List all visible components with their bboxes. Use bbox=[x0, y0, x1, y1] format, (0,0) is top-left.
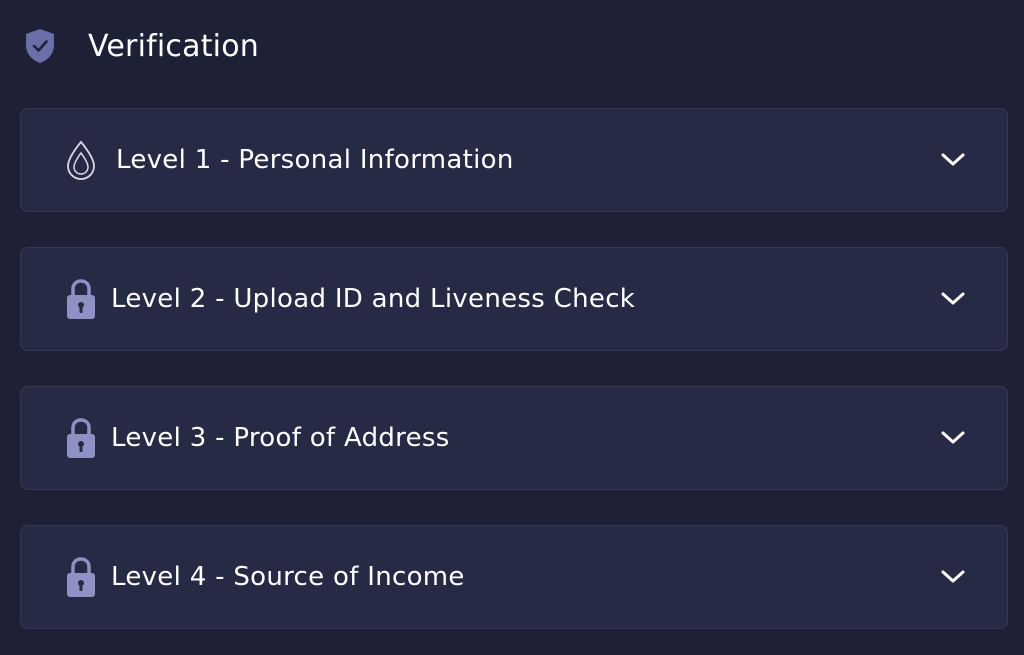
accordion-level-4[interactable]: Level 4 - Source of Income bbox=[20, 525, 1008, 629]
lock-icon bbox=[63, 277, 99, 321]
chevron-down-icon[interactable] bbox=[939, 146, 967, 174]
accordion-level-2[interactable]: Level 2 - Upload ID and Liveness Check bbox=[20, 247, 1008, 351]
accordion-level-1[interactable]: Level 1 - Personal Information bbox=[20, 108, 1008, 212]
chevron-down-icon[interactable] bbox=[939, 424, 967, 452]
accordion-level-3[interactable]: Level 3 - Proof of Address bbox=[20, 386, 1008, 490]
drop-icon bbox=[63, 138, 99, 182]
shield-check-icon bbox=[22, 26, 58, 66]
chevron-down-icon[interactable] bbox=[939, 563, 967, 591]
lock-icon bbox=[63, 416, 99, 460]
accordion-label: Level 3 - Proof of Address bbox=[111, 423, 450, 453]
page-title: Verification bbox=[88, 28, 259, 64]
chevron-down-icon[interactable] bbox=[939, 285, 967, 313]
verification-header: Verification bbox=[22, 24, 259, 68]
accordion-label: Level 1 - Personal Information bbox=[116, 145, 514, 175]
verification-page: Verification Level 1 - Personal Informat… bbox=[0, 0, 1024, 655]
accordion-label: Level 2 - Upload ID and Liveness Check bbox=[111, 284, 636, 314]
lock-icon bbox=[63, 555, 99, 599]
accordion-label: Level 4 - Source of Income bbox=[111, 562, 465, 592]
